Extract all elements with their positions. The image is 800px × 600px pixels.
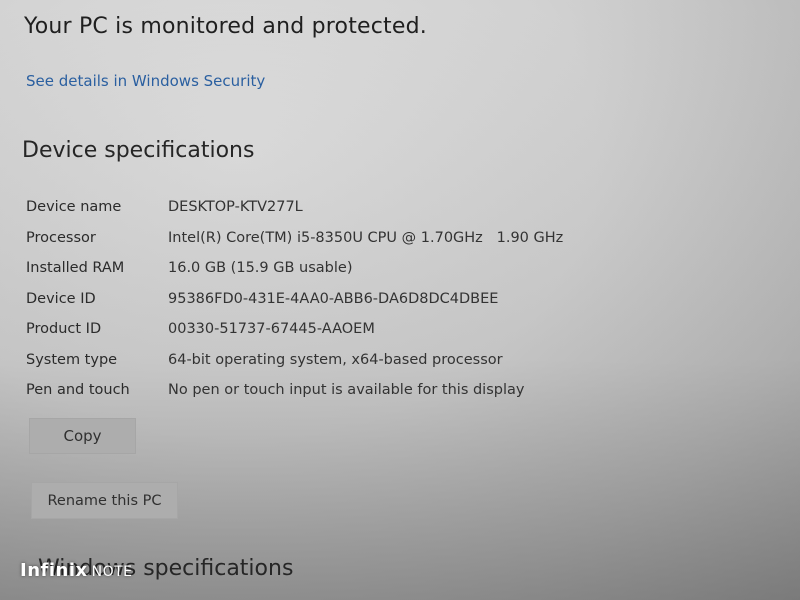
windows-security-link[interactable]: See details in Windows Security <box>26 72 265 90</box>
protection-status-text: Your PC is monitored and protected. <box>24 14 427 39</box>
spec-value: DESKTOP-KTV277L <box>168 199 303 216</box>
spec-value: Intel(R) Core(TM) i5-8350U CPU @ 1.70GHz… <box>168 229 564 246</box>
spec-value: No pen or touch input is available for t… <box>168 382 525 399</box>
spec-label: Installed RAM <box>26 260 125 277</box>
watermark-model: NOTE <box>91 564 133 580</box>
spec-row-product-id: Product ID 00330-51737-67445-AAOEM <box>26 314 666 345</box>
rename-pc-button[interactable]: Rename this PC <box>31 482 178 519</box>
spec-row-installed-ram: Installed RAM 16.0 GB (15.9 GB usable) <box>26 253 666 284</box>
spec-label: Device ID <box>26 290 96 307</box>
spec-value: 00330-51737-67445-AAOEM <box>168 321 375 338</box>
copy-button[interactable]: Copy <box>29 418 136 454</box>
spec-value: 64-bit operating system, x64-based proce… <box>168 351 503 368</box>
spec-value: 16.0 GB (15.9 GB usable) <box>168 260 353 277</box>
spec-row-device-id: Device ID 95386FD0-431E-4AA0-ABB6-DA6D8D… <box>26 284 666 315</box>
spec-label: Pen and touch <box>26 382 130 399</box>
spec-label: Processor <box>26 229 96 246</box>
device-specifications-heading: Device specifications <box>22 138 255 163</box>
device-specs-table: Device name DESKTOP-KTV277L Processor In… <box>26 192 666 406</box>
spec-label: Product ID <box>26 321 102 338</box>
spec-row-pen-and-touch: Pen and touch No pen or touch input is a… <box>26 375 666 406</box>
watermark-brand: Infinix <box>20 560 88 581</box>
spec-label: System type <box>26 351 118 368</box>
spec-label: Device name <box>26 199 122 216</box>
spec-value: 95386FD0-431E-4AA0-ABB6-DA6D8DC4DBEE <box>168 290 499 307</box>
camera-watermark: Infinix NOTE <box>20 560 133 581</box>
spec-row-processor: Processor Intel(R) Core(TM) i5-8350U CPU… <box>26 223 666 254</box>
spec-row-system-type: System type 64-bit operating system, x64… <box>26 345 666 376</box>
spec-row-device-name: Device name DESKTOP-KTV277L <box>26 192 666 223</box>
